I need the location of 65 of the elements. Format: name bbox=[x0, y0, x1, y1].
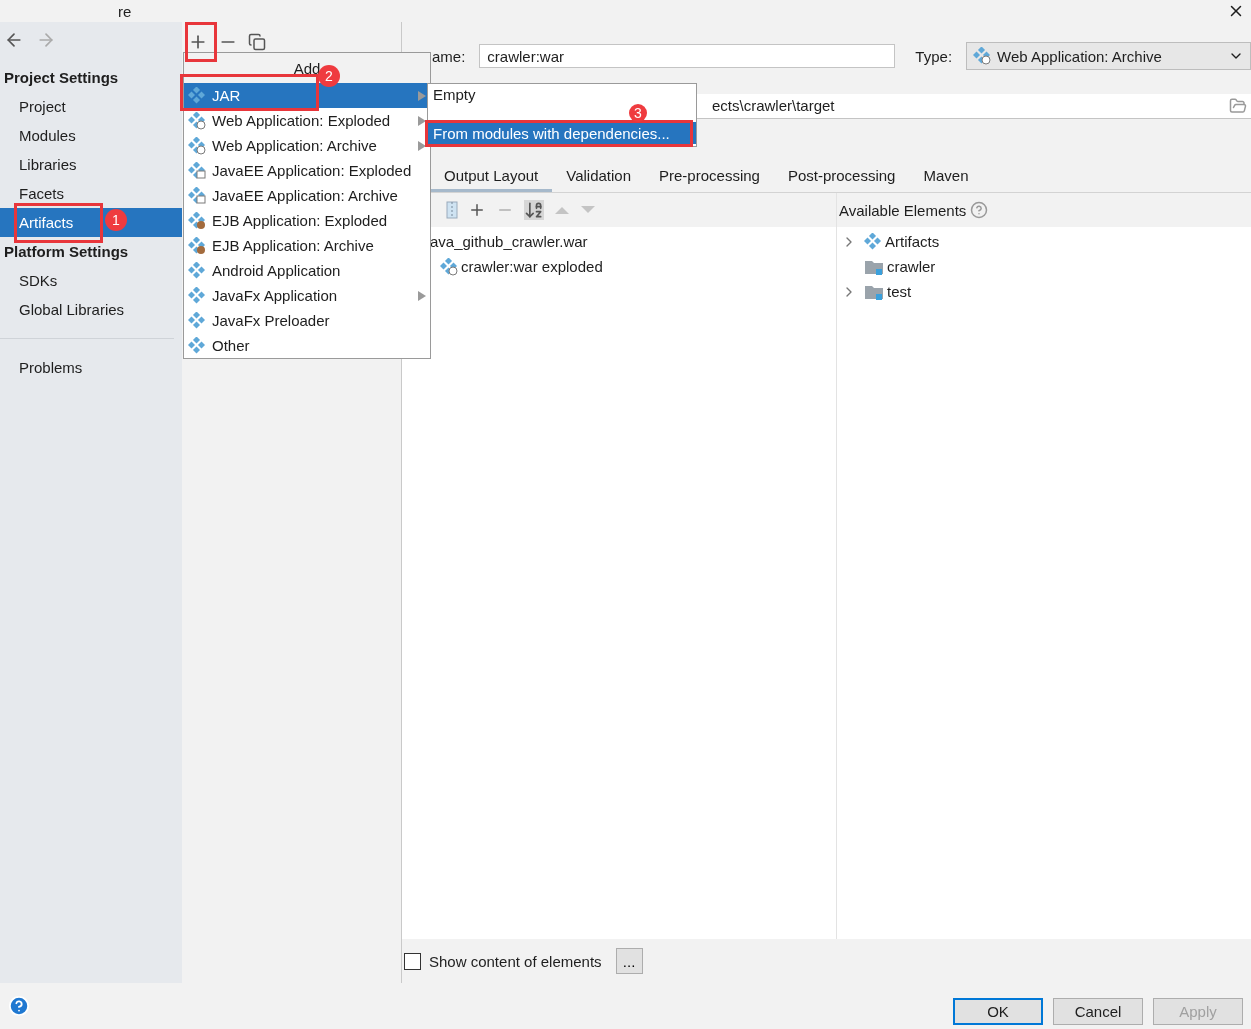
submenu-arrow-icon bbox=[418, 140, 426, 151]
artifact-icon bbox=[188, 261, 206, 280]
menu-item[interactable]: JavaFx Preloader bbox=[184, 308, 430, 333]
artifact-icon bbox=[864, 232, 882, 251]
artifact-icon bbox=[188, 86, 206, 105]
tree-item[interactable]: crawler bbox=[887, 258, 936, 275]
available-elements-title: Available Elements bbox=[839, 201, 967, 219]
add-icon[interactable] bbox=[468, 201, 486, 219]
artifact-icon bbox=[440, 257, 458, 276]
submenu-arrow-icon bbox=[418, 115, 426, 126]
sidebar-item[interactable]: Problems bbox=[0, 353, 182, 382]
tab[interactable]: Maven bbox=[909, 162, 983, 192]
menu-item[interactable]: EJB Application: Exploded bbox=[184, 208, 430, 233]
menu-item[interactable]: Web Application: Archive bbox=[184, 133, 430, 158]
sidebar-item[interactable]: Modules bbox=[0, 121, 182, 150]
artifact-icon bbox=[188, 311, 206, 330]
sidebar-heading: Project Settings bbox=[3, 68, 120, 88]
type-dropdown[interactable]: Web Application: Archive bbox=[966, 42, 1251, 70]
menu-item[interactable]: JavaFx Application bbox=[184, 283, 430, 308]
sidebar-heading: Platform Settings bbox=[3, 242, 130, 262]
copy-icon[interactable] bbox=[248, 33, 266, 51]
artifact-icon bbox=[188, 186, 206, 205]
submenu-arrow-icon bbox=[418, 290, 426, 301]
sidebar-item[interactable]: Facets bbox=[0, 179, 182, 208]
tab[interactable]: Post-processing bbox=[773, 162, 910, 192]
artifact-icon bbox=[188, 286, 206, 305]
artifact-icon bbox=[188, 111, 206, 130]
sidebar-item[interactable]: Global Libraries bbox=[0, 295, 182, 324]
menu-item[interactable]: EJB Application: Archive bbox=[184, 233, 430, 258]
name-label: ame: bbox=[432, 47, 466, 65]
tree-item[interactable]: ava_github_crawler.war bbox=[430, 233, 588, 250]
tree-item[interactable]: Artifacts bbox=[885, 233, 940, 250]
artifact-icon bbox=[188, 211, 206, 230]
checkbox-label: Show content of elements bbox=[429, 952, 602, 970]
artifact-icon bbox=[188, 336, 206, 355]
checkbox[interactable] bbox=[404, 952, 421, 970]
type-label: Type: bbox=[915, 47, 953, 65]
window-title: re bbox=[118, 2, 132, 20]
sort-icon[interactable] bbox=[524, 200, 544, 220]
sidebar-item[interactable]: Project bbox=[0, 92, 182, 121]
more-button[interactable]: ... bbox=[615, 948, 643, 974]
menu-item[interactable]: JavaEE Application: Exploded bbox=[184, 158, 430, 183]
folder-icon[interactable] bbox=[1229, 96, 1247, 115]
menu-item[interactable]: JAR bbox=[184, 83, 430, 108]
menu-item[interactable]: From modules with dependencies... bbox=[428, 122, 696, 144]
sidebar-item[interactable]: Libraries bbox=[0, 150, 182, 179]
tree-item[interactable]: test bbox=[887, 283, 912, 300]
menu-item[interactable]: Android Application bbox=[184, 258, 430, 283]
artifact-icon bbox=[188, 236, 206, 255]
sidebar-item[interactable]: SDKs bbox=[0, 266, 182, 295]
name-field[interactable]: crawler:war bbox=[479, 44, 896, 68]
tree-item[interactable]: crawler:war exploded bbox=[461, 258, 603, 275]
menu-item[interactable]: JavaEE Application: Archive bbox=[184, 183, 430, 208]
dialog-button[interactable]: Cancel bbox=[1053, 997, 1143, 1025]
artifact-icon bbox=[188, 136, 206, 155]
artifact-icon bbox=[973, 47, 992, 65]
highlight-frame bbox=[185, 22, 217, 62]
menu-header: Add bbox=[293, 59, 321, 77]
tab[interactable]: Validation bbox=[552, 162, 645, 192]
help-icon[interactable] bbox=[970, 201, 989, 219]
tab[interactable]: Pre-processing bbox=[645, 162, 774, 192]
submenu-arrow-icon bbox=[418, 90, 426, 101]
menu-item[interactable]: Other bbox=[184, 333, 430, 358]
dialog-button[interactable]: OK bbox=[953, 997, 1043, 1025]
artifact-icon bbox=[188, 161, 206, 180]
